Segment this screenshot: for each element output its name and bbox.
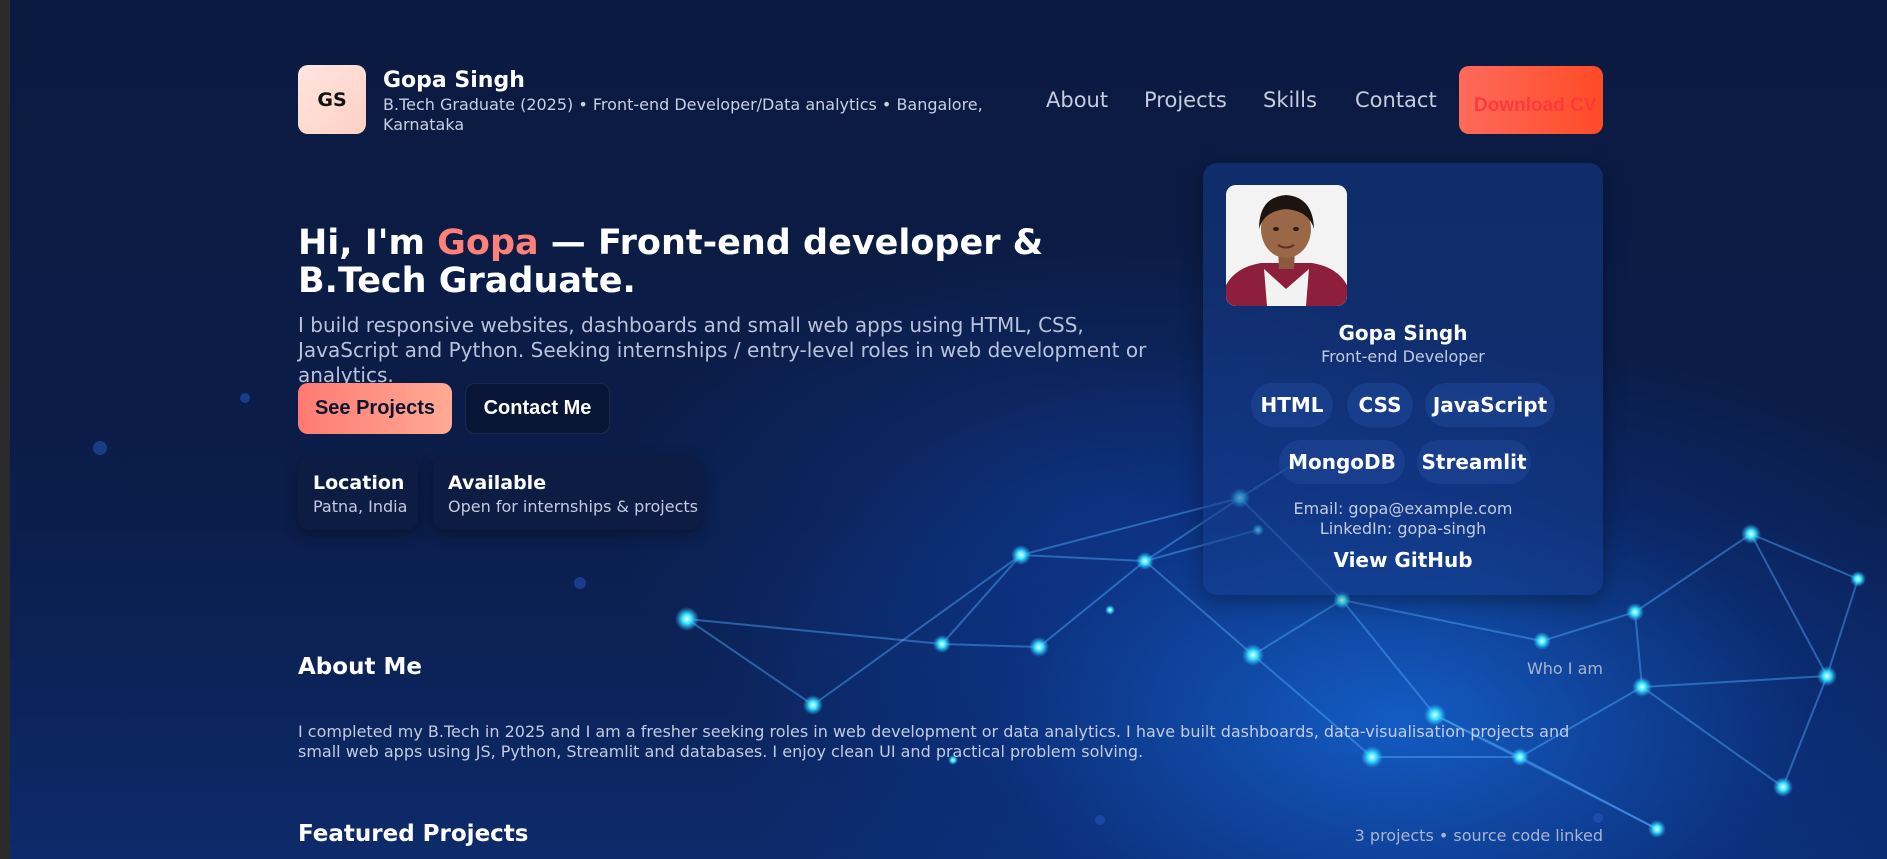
- location-card-value: Patna, India: [313, 497, 408, 516]
- download-cv-button[interactable]: Download CV: [1459, 66, 1603, 134]
- about-section-title: About Me: [298, 654, 422, 680]
- avatar: [1226, 185, 1347, 306]
- skill-tag-mongodb: MongoDB: [1279, 440, 1405, 484]
- projects-section-caption: 3 projects • source code linked: [1354, 826, 1603, 845]
- profile-linkedin: LinkedIn: gopa-singh: [1319, 519, 1487, 538]
- skill-tag-javascript: JavaScript: [1425, 383, 1555, 427]
- nav-item-projects[interactable]: Projects: [1144, 88, 1227, 112]
- hero-title-name: Gopa: [437, 223, 539, 263]
- see-projects-button[interactable]: See Projects: [298, 383, 452, 434]
- nav-item-about[interactable]: About: [1046, 88, 1108, 112]
- availability-card-title: Available: [448, 472, 547, 494]
- skill-tag-streamlit: Streamlit: [1417, 440, 1531, 484]
- about-text: I completed my B.Tech in 2025 and I am a…: [298, 722, 1570, 761]
- contact-me-button[interactable]: Contact Me: [465, 383, 610, 434]
- location-card-title: Location: [313, 472, 405, 494]
- logo-badge[interactable]: GS: [298, 65, 366, 134]
- hero-description: I build responsive websites, dashboards …: [298, 313, 1147, 387]
- hero-title: Hi, I'm Gopa — Front-end developer & B.T…: [298, 224, 1148, 300]
- brand-name: Gopa Singh: [383, 68, 525, 93]
- view-github-link[interactable]: View GitHub: [1203, 548, 1603, 572]
- nav-item-contact[interactable]: Contact: [1355, 88, 1437, 112]
- profile-name: Gopa Singh: [1338, 321, 1468, 345]
- brand-subtitle: B.Tech Graduate (2025) • Front-end Devel…: [383, 95, 983, 134]
- availability-card: Available Open for internships & project…: [433, 457, 701, 530]
- projects-section-title: Featured Projects: [298, 821, 529, 847]
- profile-role: Front-end Developer: [1321, 347, 1485, 366]
- nav-item-skills[interactable]: Skills: [1263, 88, 1317, 112]
- hero-title-prefix: Hi, I'm: [298, 223, 438, 263]
- skill-tag-css: CSS: [1347, 383, 1413, 427]
- skill-tag-html: HTML: [1251, 383, 1333, 427]
- location-card: Location Patna, India: [298, 457, 418, 530]
- profile-card: Gopa Singh Front-end Developer HTML CSS …: [1203, 163, 1603, 595]
- about-section-caption: Who I am: [1526, 659, 1603, 678]
- availability-card-value: Open for internships & projects: [448, 497, 698, 516]
- profile-email: Email: gopa@example.com: [1293, 499, 1513, 518]
- profile-photo: [1226, 185, 1347, 306]
